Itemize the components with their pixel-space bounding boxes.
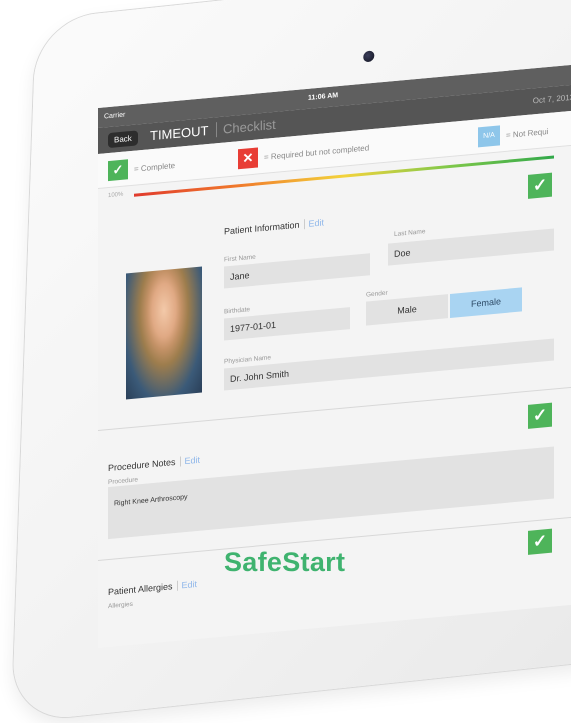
na-badge: N/A <box>478 125 500 148</box>
allergies-label: Allergies <box>108 600 133 611</box>
gender-male-button[interactable]: Male <box>366 294 448 326</box>
nav-subtitle: Checklist <box>216 116 276 138</box>
allergies-edit-link[interactable]: Edit <box>176 578 198 591</box>
last-name-label: Last Name <box>394 228 426 239</box>
allergies-title-text: Patient Allergies <box>108 581 173 598</box>
patient-complete-check-icon: ✓ <box>528 172 552 199</box>
legend-not-required: = Not Requi <box>506 127 549 140</box>
gender-female-button[interactable]: Female <box>450 287 522 318</box>
status-time: 11:06 AM <box>308 92 339 102</box>
gender-label: Gender <box>366 289 388 299</box>
procedure-edit-link[interactable]: Edit <box>179 454 201 467</box>
back-button[interactable]: Back <box>108 130 138 149</box>
legend-required: = Required but not completed <box>264 143 370 162</box>
patient-title-text: Patient Information <box>224 219 300 237</box>
allergies-section-title: Patient Allergies Edit <box>108 578 198 598</box>
camera-icon <box>363 50 375 63</box>
physician-field[interactable]: Dr. John Smith <box>224 338 554 391</box>
progress-label: 100% <box>108 191 124 200</box>
patient-section-title: Patient Information Edit <box>224 217 325 237</box>
brand-logo: SafeStart <box>224 547 346 577</box>
legend-complete: = Complete <box>134 160 176 174</box>
carrier-label: Carrier <box>104 111 126 121</box>
procedure-complete-check-icon: ✓ <box>528 402 552 429</box>
check-icon: ✓ <box>108 159 128 182</box>
allergies-complete-check-icon: ✓ <box>528 528 552 555</box>
procedure-section-title: Procedure Notes Edit <box>108 454 201 474</box>
close-icon: ✕ <box>238 147 258 170</box>
patient-edit-link[interactable]: Edit <box>303 217 325 230</box>
patient-photo <box>126 266 202 400</box>
nav-title: TIMEOUT <box>150 122 209 144</box>
procedure-title-text: Procedure Notes <box>108 456 176 474</box>
birthdate-label: Birthdate <box>224 306 251 316</box>
nav-date: Oct 7, 2013, 11:04 <box>532 90 571 106</box>
first-name-label: First Name <box>224 253 256 264</box>
